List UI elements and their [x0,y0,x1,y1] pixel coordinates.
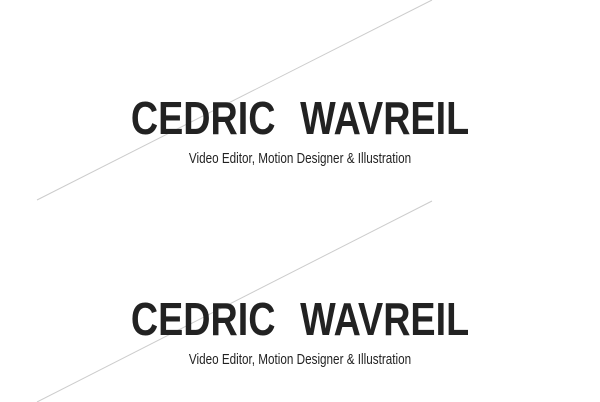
logo-name: CEDRIC WAVREIL [54,293,546,345]
logo-last-name: WAVREIL [300,92,470,144]
logo-last-name: WAVREIL [300,293,470,345]
logo-tagline: Video Editor, Motion Designer & Illustra… [188,150,412,167]
logo-first-name: CEDRIC [130,92,276,144]
logo-canvas: CEDRIC WAVREIL Video Editor, Motion Desig… [0,0,600,402]
logo-tagline: Video Editor, Motion Designer & Illustra… [188,351,412,368]
logo-name: CEDRIC WAVREIL [54,92,546,144]
logo-first-name: CEDRIC [130,293,276,345]
logo-block-bottom: CEDRIC WAVREIL Video Editor, Motion Desig… [0,293,600,369]
logo-block-top: CEDRIC WAVREIL Video Editor, Motion Desig… [0,92,600,168]
